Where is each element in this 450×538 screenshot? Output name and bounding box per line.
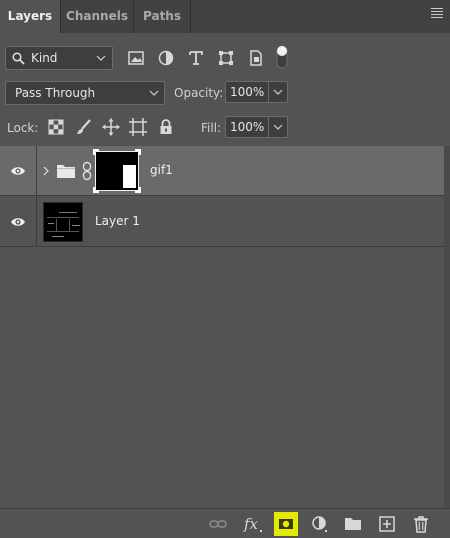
- lock-all-icon[interactable]: [156, 117, 176, 137]
- layer-row-layer-1[interactable]: Layer 1: [0, 197, 444, 247]
- layers-bottom-toolbar: fx: [0, 508, 450, 538]
- eye-icon: [11, 218, 25, 226]
- tab-divider: [190, 0, 191, 33]
- lock-position-icon[interactable]: [101, 117, 121, 137]
- image-filter-icon[interactable]: [126, 48, 146, 68]
- lock-artboard-icon[interactable]: [128, 117, 148, 137]
- layer-visibility-toggle[interactable]: [0, 197, 37, 247]
- layers-scrollbar[interactable]: [444, 146, 450, 508]
- chevron-right-icon[interactable]: [43, 166, 49, 176]
- lock-label: Lock:: [7, 121, 39, 135]
- opacity-label: Opacity:: [174, 86, 224, 100]
- panel-menu-icon[interactable]: [431, 8, 443, 20]
- tab-layers[interactable]: Layers: [0, 0, 60, 33]
- lock-transparent-pixels-icon[interactable]: [46, 117, 66, 137]
- link-layers-icon[interactable]: [208, 514, 228, 534]
- new-layer-icon[interactable]: [377, 514, 397, 534]
- adjustment-layer-icon[interactable]: [310, 514, 330, 534]
- shape-filter-icon[interactable]: [216, 48, 236, 68]
- fill-field[interactable]: 100%: [225, 116, 288, 138]
- fx-icon[interactable]: fx: [241, 514, 265, 534]
- chevron-down-icon[interactable]: [273, 87, 283, 97]
- blend-mode-value: Pass Through: [15, 86, 96, 100]
- tab-paths[interactable]: Paths: [134, 0, 190, 33]
- layer-name[interactable]: Layer 1: [95, 214, 140, 228]
- filter-toggle-icon[interactable]: [274, 42, 290, 72]
- opacity-field[interactable]: 100%: [225, 81, 288, 103]
- layer-mask-thumbnail[interactable]: [93, 149, 141, 193]
- field-divider: [268, 117, 269, 137]
- adjustment-filter-icon[interactable]: [156, 48, 176, 68]
- chevron-down-icon[interactable]: [273, 122, 283, 132]
- chevron-down-icon: [96, 55, 106, 61]
- layer-thumbnail[interactable]: [43, 202, 83, 242]
- fill-label: Fill:: [201, 121, 222, 135]
- search-icon: [12, 52, 25, 65]
- blend-mode-dropdown[interactable]: Pass Through: [5, 81, 165, 105]
- layer-visibility-toggle[interactable]: [0, 146, 37, 196]
- svg-text:fx: fx: [243, 515, 259, 533]
- new-group-icon[interactable]: [343, 514, 363, 534]
- panel-tab-bar: Layers Channels Paths: [0, 0, 450, 33]
- filter-kind-dropdown[interactable]: Kind: [5, 46, 113, 70]
- opacity-value: 100%: [230, 85, 265, 99]
- tab-channels[interactable]: Channels: [61, 0, 133, 33]
- eye-icon: [11, 167, 25, 175]
- link-icon[interactable]: [81, 161, 93, 181]
- smart-object-filter-icon[interactable]: [246, 48, 266, 68]
- type-filter-icon[interactable]: [186, 48, 206, 68]
- layer-name[interactable]: gif1: [150, 163, 173, 177]
- lock-image-pixels-icon[interactable]: [74, 117, 94, 137]
- layer-row-gif1[interactable]: gif1: [0, 146, 444, 196]
- fill-value: 100%: [230, 120, 265, 134]
- filter-kind-label: Kind: [31, 51, 58, 65]
- field-divider: [268, 82, 269, 102]
- folder-icon: [57, 165, 75, 178]
- chevron-down-icon: [149, 90, 159, 96]
- add-mask-icon[interactable]: [274, 512, 298, 536]
- delete-icon[interactable]: [411, 514, 431, 534]
